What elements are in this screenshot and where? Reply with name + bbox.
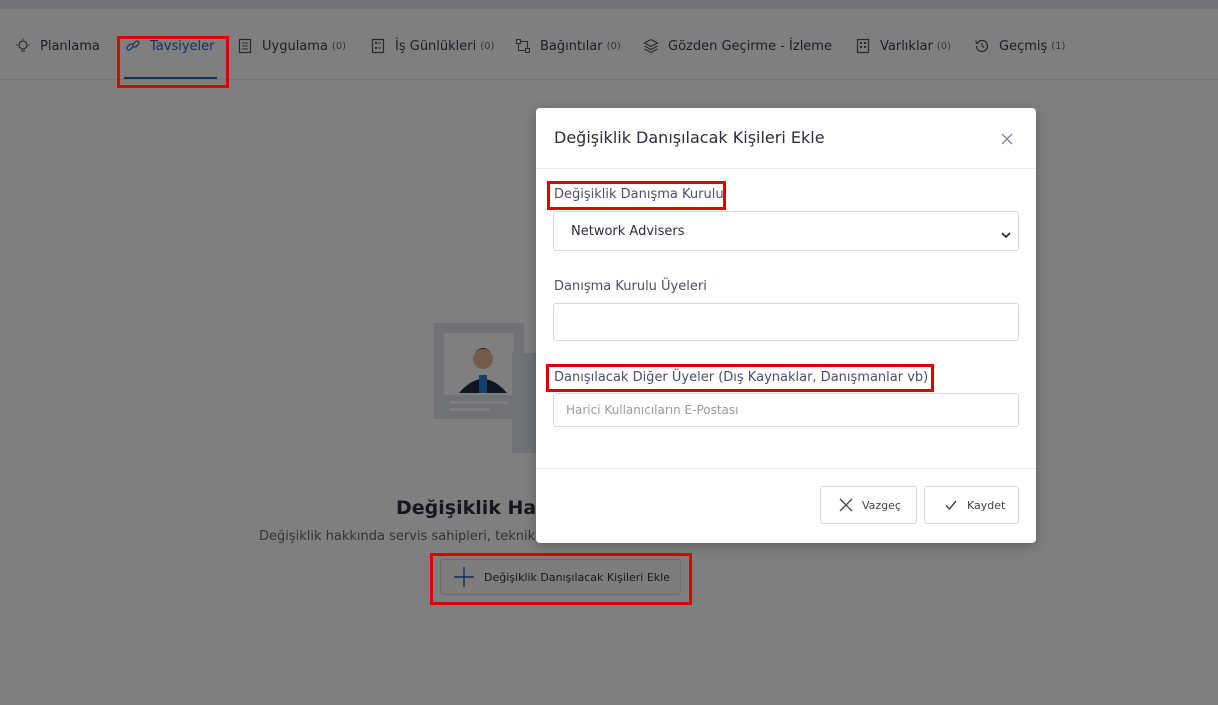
other-members-label: Danışılacak Diğer Üyeler (Dış Kaynaklar,… (554, 370, 929, 385)
cancel-label: Vazgeç (862, 498, 901, 512)
board-select-value: Network Advisers (571, 224, 685, 239)
external-email-input[interactable] (553, 393, 1019, 427)
board-label: Değişiklik Danışma Kurulu (554, 187, 724, 202)
save-label: Kaydet (967, 498, 1006, 512)
modal-title: Değişiklik Danışılacak Kişileri Ekle (554, 128, 825, 147)
members-input[interactable] (553, 303, 1019, 341)
close-icon[interactable] (999, 131, 1015, 147)
close-icon (838, 497, 854, 513)
board-select[interactable]: Network Advisers (553, 211, 1019, 251)
chevron-down-icon (1000, 226, 1012, 239)
modal-footer-divider (536, 468, 1036, 469)
add-consultants-modal: Değişiklik Danışılacak Kişileri Ekle Değ… (536, 108, 1036, 543)
save-button[interactable]: Kaydet (924, 486, 1019, 524)
check-icon (943, 497, 959, 513)
cancel-button[interactable]: Vazgeç (820, 486, 917, 524)
members-label: Danışma Kurulu Üyeleri (554, 279, 707, 294)
modal-header: Değişiklik Danışılacak Kişileri Ekle (536, 108, 1036, 169)
